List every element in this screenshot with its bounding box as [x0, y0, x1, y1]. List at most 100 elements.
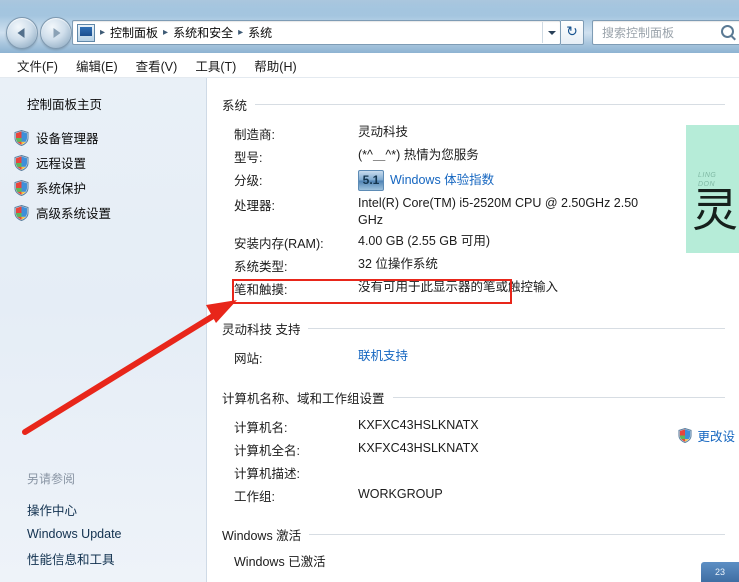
row-model: 型号: (*^＿^*) 热情为您服务 — [208, 145, 739, 168]
row-label: 系统类型: — [234, 260, 288, 274]
row-label: 计算机描述: — [234, 467, 300, 481]
row-installed-memory: 安装内存(RAM): 4.00 GB (2.55 GB 可用) — [208, 231, 739, 254]
row-workgroup: 工作组: WORKGROUP — [208, 484, 739, 507]
menu-item-tools[interactable]: 工具(T) — [186, 53, 245, 78]
change-settings-label: 更改设 — [697, 430, 735, 444]
computer-name-rows: 计算机名: KXFXC43HSLKNATX 计算机全名: KXFXC43HSLK… — [208, 415, 739, 507]
row-value: 没有可用于此显示器的笔或触控输入 — [358, 280, 559, 294]
search-input[interactable] — [600, 21, 720, 44]
sidebar-item-performance-info[interactable]: 性能信息和工具 — [27, 545, 197, 572]
address-bar[interactable]: ▸ 控制面板 ▸ 系统和安全 ▸ 系统 — [72, 20, 561, 45]
logo-chinese-text: 灵 — [692, 183, 738, 237]
row-value: 灵动科技 — [358, 125, 409, 139]
see-also-section: 另请参阅 操作中心 Windows Update 性能信息和工具 — [27, 470, 197, 572]
back-button[interactable] — [6, 17, 38, 49]
breadcrumb: ▸ 控制面板 ▸ 系统和安全 ▸ 系统 — [98, 23, 542, 42]
sidebar-item-action-center[interactable]: 操作中心 — [27, 496, 197, 523]
forward-button[interactable] — [40, 17, 72, 49]
breadcrumb-separator-icon: ▸ — [238, 27, 244, 38]
row-label: 安装内存(RAM): — [234, 237, 324, 251]
breadcrumb-item-system-and-security[interactable]: 系统和安全 — [170, 23, 236, 42]
windows-experience-index-link[interactable]: Windows 体验指数 — [390, 172, 494, 189]
tray-badge[interactable]: 23 — [701, 562, 739, 582]
section-title: Windows 激活 — [222, 529, 302, 543]
activation-rows: Windows 已激活 — [208, 552, 739, 573]
sidebar-item-label: 远程设置 — [36, 157, 87, 171]
shield-icon — [14, 204, 29, 221]
breadcrumb-separator-icon: ▸ — [163, 27, 169, 38]
row-label: 笔和触摸: — [234, 283, 288, 297]
section-header-support: 灵动科技 支持 — [222, 300, 725, 338]
row-label: 计算机全名: — [234, 444, 300, 458]
row-value: (*^＿^*) 热情为您服务 — [358, 148, 479, 162]
section-divider — [255, 104, 725, 105]
menu-item-view[interactable]: 查看(V) — [127, 53, 187, 78]
sidebar-item-remote-settings[interactable]: 远程设置 — [0, 150, 206, 175]
breadcrumb-item-control-panel[interactable]: 控制面板 — [107, 23, 161, 42]
address-dropdown-icon[interactable] — [542, 22, 560, 43]
control-panel-icon — [77, 23, 95, 42]
section-title: 灵动科技 支持 — [222, 323, 301, 337]
row-manufacturer: 制造商: 灵动科技 — [208, 122, 739, 145]
row-processor: 处理器: Intel(R) Core(TM) i5-2520M CPU @ 2.… — [208, 193, 739, 231]
row-computer-name: 计算机名: KXFXC43HSLKNATX — [208, 415, 739, 438]
sidebar-item-label: 系统保护 — [36, 182, 87, 196]
windows-experience-index: 5.1 Windows 体验指数 — [358, 170, 494, 191]
row-activation-status: Windows 已激活 — [208, 552, 739, 573]
activation-status-text: Windows 已激活 — [234, 555, 326, 569]
sidebar-item-device-manager[interactable]: 设备管理器 — [0, 125, 206, 150]
sidebar: 控制面板主页 设备管理器 远程设置 系统保护 高级系统设置 另请参阅 操作中心 … — [0, 78, 207, 582]
row-value: 5.1 Windows 体验指数 — [358, 170, 494, 191]
shield-icon — [678, 427, 693, 444]
row-value: KXFXC43HSLKNATX — [358, 441, 479, 455]
sidebar-item-advanced-system-settings[interactable]: 高级系统设置 — [0, 200, 206, 225]
sidebar-item-label: 高级系统设置 — [36, 207, 112, 221]
menu-bar: 文件(F) 编辑(E) 查看(V) 工具(T) 帮助(H) — [0, 53, 739, 78]
shield-icon — [14, 179, 29, 196]
row-label: 处理器: — [234, 199, 275, 213]
row-value: 32 位操作系统 — [358, 257, 438, 271]
row-label: 网站: — [234, 352, 263, 366]
sidebar-item-system-protection[interactable]: 系统保护 — [0, 175, 206, 200]
menu-item-edit[interactable]: 编辑(E) — [67, 53, 127, 78]
section-title: 系统 — [222, 99, 248, 113]
online-support-link[interactable]: 联机支持 — [358, 348, 408, 365]
row-pen-and-touch: 笔和触摸: 没有可用于此显示器的笔或触控输入 — [208, 277, 739, 300]
section-header-activation: Windows 激活 — [222, 507, 725, 544]
section-divider — [392, 397, 725, 398]
search-icon — [721, 25, 734, 38]
content-panel: 系统 制造商: 灵动科技 型号: (*^＿^*) 热情为您服务 分级: 5.1 … — [208, 78, 739, 582]
sidebar-item-windows-update[interactable]: Windows Update — [27, 523, 197, 545]
sidebar-item-control-panel-home[interactable]: 控制面板主页 — [0, 78, 206, 113]
row-value: 4.00 GB (2.55 GB 可用) — [358, 234, 490, 248]
breadcrumb-item-system[interactable]: 系统 — [245, 23, 275, 42]
sidebar-task-list: 设备管理器 远程设置 系统保护 高级系统设置 — [0, 125, 206, 225]
row-full-computer-name: 计算机全名: KXFXC43HSLKNATX — [208, 438, 739, 461]
logo-english-line1: LING — [698, 172, 717, 179]
row-value: WORKGROUP — [358, 487, 443, 501]
chrome-gloss — [0, 0, 739, 16]
row-label: 型号: — [234, 151, 263, 165]
row-label: 分级: — [234, 174, 263, 188]
shield-icon — [14, 154, 29, 171]
breadcrumb-separator-icon: ▸ — [100, 27, 106, 38]
manufacturer-logo: LING DON 灵 — [686, 125, 739, 253]
row-system-type: 系统类型: 32 位操作系统 — [208, 254, 739, 277]
row-label: 制造商: — [234, 128, 275, 142]
row-rating: 分级: 5.1 Windows 体验指数 — [208, 168, 739, 193]
section-header-computer-name: 计算机名称、域和工作组设置 — [222, 369, 725, 407]
see-also-title: 另请参阅 — [27, 472, 76, 486]
section-divider — [308, 328, 725, 329]
search-box[interactable] — [592, 20, 739, 45]
row-value: KXFXC43HSLKNATX — [358, 418, 479, 432]
menu-item-help[interactable]: 帮助(H) — [245, 53, 305, 78]
row-value: Intel(R) Core(TM) i5-2520M CPU @ 2.50GHz… — [358, 196, 639, 227]
section-header-system: 系统 — [222, 78, 725, 114]
sidebar-item-label: 设备管理器 — [36, 132, 99, 146]
menu-item-file[interactable]: 文件(F) — [8, 53, 67, 78]
change-settings-link[interactable]: 更改设 — [678, 426, 735, 445]
row-label: 计算机名: — [234, 421, 288, 435]
refresh-button[interactable]: ↻ — [561, 20, 584, 45]
support-rows: 网站: 联机支持 — [208, 346, 739, 369]
row-label: 工作组: — [234, 490, 275, 504]
